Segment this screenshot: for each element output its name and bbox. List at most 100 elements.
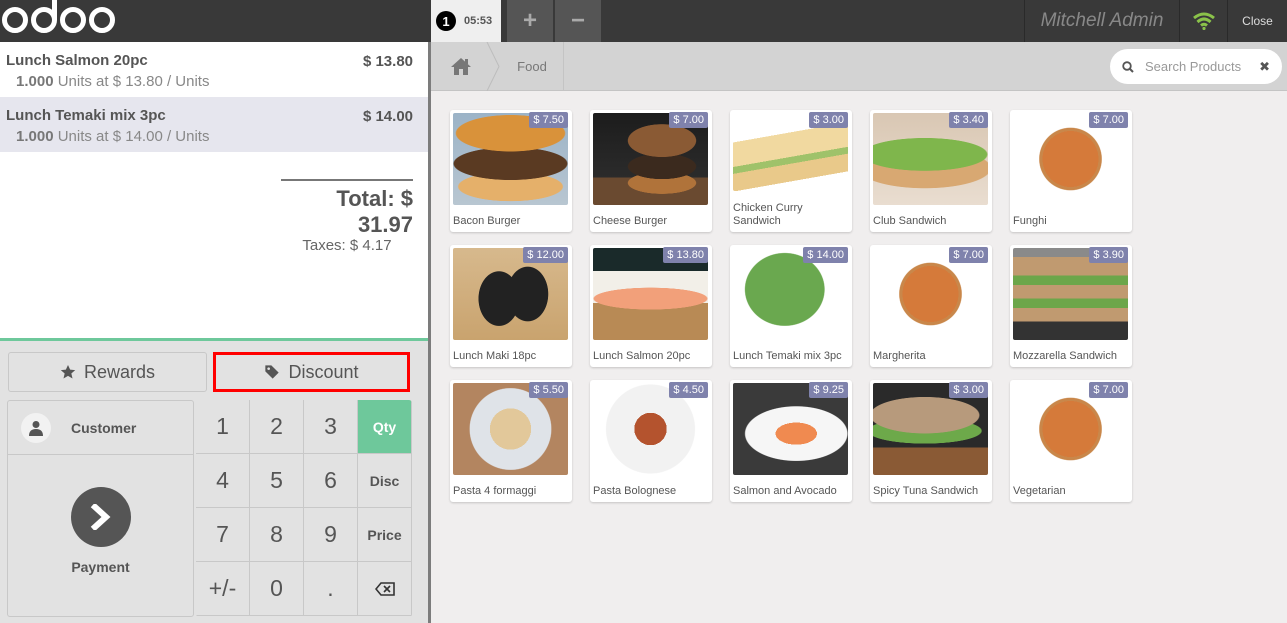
product-card[interactable]: $ 7.00 Vegetarian (1010, 380, 1132, 502)
product-card[interactable]: $ 7.00 Funghi (1010, 110, 1132, 232)
product-card[interactable]: $ 4.50 Pasta Bolognese (590, 380, 712, 502)
customer-button[interactable]: Customer (8, 401, 193, 455)
search-input[interactable]: Search Products (1145, 59, 1248, 74)
orderline[interactable]: Lunch Salmon 20pc $ 13.80 1.000 Units at… (0, 42, 428, 97)
price-tag: $ 3.40 (949, 112, 988, 128)
rewards-button[interactable]: Rewards (8, 352, 207, 392)
product-name: Lunch Temaki mix 3pc (733, 350, 842, 362)
product-card[interactable]: $ 3.40 Club Sandwich (870, 110, 992, 232)
mode-qty-button[interactable]: Qty (358, 400, 412, 454)
numpad-key-5[interactable]: 5 (250, 454, 304, 508)
breadcrumb-separator (486, 42, 500, 91)
breadcrumb-category[interactable]: Food (501, 42, 564, 91)
price-tag: $ 7.00 (669, 112, 708, 128)
numpad-key-4[interactable]: 4 (196, 454, 250, 508)
remove-order-button[interactable]: − (555, 0, 601, 42)
add-order-button[interactable]: + (507, 0, 553, 42)
product-card[interactable]: $ 7.00 Margherita (870, 245, 992, 367)
order-number: 1 (436, 11, 456, 31)
order-container: Lunch Salmon 20pc $ 13.80 1.000 Units at… (0, 42, 428, 341)
product-name: Cheese Burger (593, 215, 667, 227)
backspace-icon (374, 581, 395, 596)
product-card[interactable]: $ 3.00 Chicken Curry Sandwich (730, 110, 852, 232)
price-tag: $ 13.80 (663, 247, 708, 263)
payment-label: Payment (71, 558, 130, 575)
discount-button[interactable]: Discount (213, 352, 410, 392)
product-name: Funghi (1013, 215, 1047, 227)
numpad-key-1[interactable]: 1 (196, 400, 250, 454)
product-name: Bacon Burger (453, 215, 521, 227)
payment-button[interactable]: Payment (8, 455, 193, 616)
orderline-unit-price: Units at $ 13.80 / Units (57, 73, 210, 90)
product-name: Mozzarella Sandwich (1013, 350, 1117, 362)
orderline-qty: 1.000 (16, 73, 54, 90)
product-name: Chicken Curry Sandwich (733, 202, 803, 227)
price-tag: $ 4.50 (669, 382, 708, 398)
user-icon (29, 420, 43, 436)
orderline-info: 1.000 Units at $ 13.80 / Units (6, 73, 413, 90)
price-tag: $ 5.50 (529, 382, 568, 398)
backspace-button[interactable] (358, 562, 412, 616)
product-name: Salmon and Avocado (733, 485, 837, 497)
numpad-key-6[interactable]: 6 (304, 454, 358, 508)
product-card[interactable]: $ 5.50 Pasta 4 formaggi (450, 380, 572, 502)
numpad: 1 2 3 Qty 4 5 6 Disc 7 8 9 Price +/- 0 . (196, 400, 412, 617)
order-summary: Total: $ 31.97 Taxes: $ 4.17 (281, 179, 413, 254)
numpad-key-sign[interactable]: +/- (196, 562, 250, 616)
action-pad: Customer Payment (7, 400, 194, 617)
avatar (21, 412, 51, 443)
product-card[interactable]: $ 14.00 Lunch Temaki mix 3pc (730, 245, 852, 367)
numpad-key-3[interactable]: 3 (304, 400, 358, 454)
home-icon (451, 58, 471, 75)
mode-disc-button[interactable]: Disc (358, 454, 412, 508)
product-name: Pasta 4 formaggi (453, 485, 537, 497)
product-card[interactable]: $ 7.50 Bacon Burger (450, 110, 572, 232)
price-tag: $ 7.00 (949, 247, 988, 263)
numpad-key-7[interactable]: 7 (196, 508, 250, 562)
price-tag: $ 14.00 (803, 247, 848, 263)
order-total: Total: $ 31.97 (336, 186, 413, 237)
product-card[interactable]: $ 12.00 Lunch Maki 18pc (450, 245, 572, 367)
customer-label: Customer (71, 419, 137, 436)
rewards-label: Rewards (83, 361, 156, 382)
product-name: Spicy Tuna Sandwich (873, 485, 979, 497)
search-icon (1122, 60, 1134, 73)
product-card[interactable]: $ 3.00 Spicy Tuna Sandwich (870, 380, 992, 502)
orderline-product-name: Lunch Temaki mix 3pc (6, 107, 166, 124)
price-tag: $ 7.50 (529, 112, 568, 128)
connection-status[interactable] (1179, 0, 1227, 42)
price-tag: $ 3.00 (809, 112, 848, 128)
cashier-name[interactable]: Mitchell Admin (1024, 0, 1179, 42)
price-tag: $ 7.00 (1089, 382, 1128, 398)
price-tag: $ 7.00 (1089, 112, 1128, 128)
star-icon (60, 365, 76, 379)
top-bar: 1 05:53 + − Mitchell Admin Close (0, 0, 1287, 42)
orderline-selected[interactable]: Lunch Temaki mix 3pc $ 14.00 1.000 Units… (0, 97, 428, 152)
clear-search-icon[interactable]: ✖ (1259, 59, 1270, 75)
plus-icon: + (522, 7, 537, 34)
product-card[interactable]: $ 13.80 Lunch Salmon 20pc (590, 245, 712, 367)
orderline-unit-price: Units at $ 14.00 / Units (57, 128, 210, 145)
numpad-key-0[interactable]: 0 (250, 562, 304, 616)
numpad-key-2[interactable]: 2 (250, 400, 304, 454)
numpad-key-decimal[interactable]: . (304, 562, 358, 616)
order-taxes: Taxes: $ 4.17 (302, 237, 392, 254)
order-tab[interactable]: 1 05:53 (431, 0, 501, 42)
payment-circle (70, 486, 131, 547)
price-tag: $ 3.90 (1089, 247, 1128, 263)
product-list: $ 7.50 Bacon Burger $ 7.00 Cheese Burger $… (450, 110, 1170, 502)
product-name: Lunch Salmon 20pc (593, 350, 691, 362)
product-card[interactable]: $ 9.25 Salmon and Avocado (730, 380, 852, 502)
numpad-key-8[interactable]: 8 (250, 508, 304, 562)
product-card[interactable]: $ 3.90 Mozzarella Sandwich (1010, 245, 1132, 367)
search-box[interactable]: Search Products ✖ (1110, 49, 1282, 84)
product-name: Margherita (873, 350, 926, 362)
close-button[interactable]: Close (1227, 0, 1287, 42)
tag-icon (265, 365, 280, 379)
order-time: 05:53 (464, 15, 493, 27)
left-pane: Lunch Salmon 20pc $ 13.80 1.000 Units at… (0, 42, 428, 623)
numpad-key-9[interactable]: 9 (304, 508, 358, 562)
wifi-icon (1192, 12, 1215, 30)
product-card[interactable]: $ 7.00 Cheese Burger (590, 110, 712, 232)
mode-price-button[interactable]: Price (358, 508, 412, 562)
